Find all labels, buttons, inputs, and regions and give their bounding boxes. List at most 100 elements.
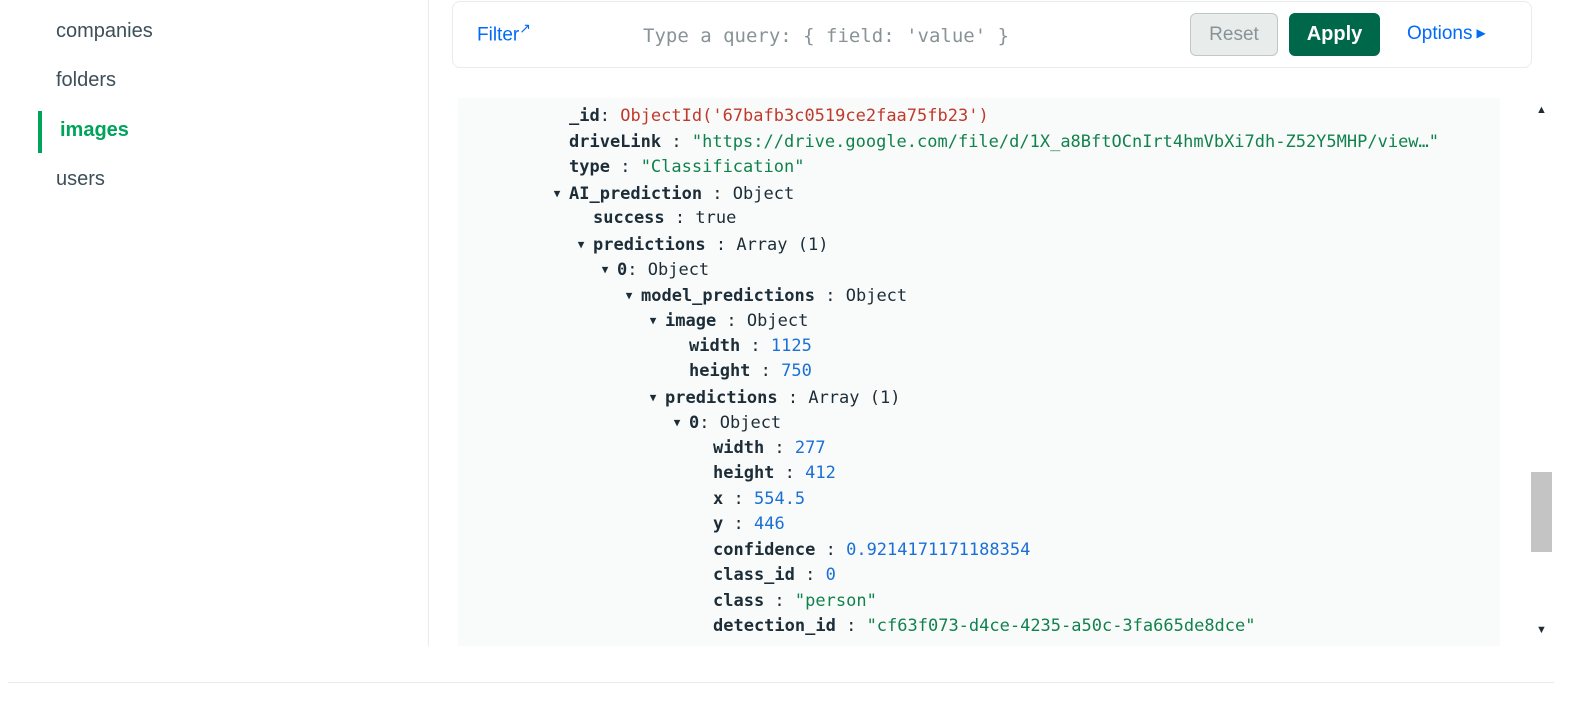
- field-value: Object: [732, 183, 795, 204]
- field-key: confidence: [713, 539, 816, 560]
- field-value: 0.9214171171188354: [846, 539, 1031, 560]
- field-separator: :: [702, 183, 723, 204]
- field-separator: :: [835, 616, 857, 636]
- divider: [8, 682, 1554, 683]
- sidebar-item-users[interactable]: users: [56, 168, 105, 191]
- field-separator: :: [794, 565, 816, 585]
- document-field-row: width : 277: [713, 436, 826, 461]
- options-toggle[interactable]: Options ▶: [1407, 23, 1486, 45]
- field-separator: :: [764, 437, 785, 458]
- document-field-row: detection_id : "cf63f073-d4ce-4235-a50c-…: [713, 614, 1256, 639]
- document-field-row: success : true: [593, 206, 736, 231]
- sidebar-item-images[interactable]: images: [60, 119, 129, 142]
- collections-sidebar: companies folders images users: [0, 0, 429, 646]
- scrollbar[interactable]: ▲ ▼: [1530, 98, 1554, 646]
- sidebar-item-companies[interactable]: companies: [56, 20, 153, 43]
- field-value: 554.5: [753, 488, 806, 509]
- document-field-row: _id: ObjectId('67bafb3c0519ce2faa75fb23'…: [569, 104, 989, 129]
- active-indicator: [38, 111, 42, 153]
- field-value: "cf63f073-d4ce-4235-a50c-3fa665de8dce": [866, 616, 1256, 636]
- document-field-row: driveLink : "https://drive.google.com/fi…: [569, 130, 1439, 155]
- field-separator: :: [777, 387, 799, 408]
- scrollbar-thumb[interactable]: [1531, 472, 1552, 552]
- scroll-up-icon[interactable]: ▲: [1536, 104, 1547, 116]
- field-key: predictions: [593, 234, 706, 255]
- field-key: width: [713, 437, 765, 458]
- query-input[interactable]: [643, 18, 1163, 54]
- field-key: height: [689, 361, 751, 381]
- field-key: model_predictions: [641, 285, 815, 306]
- field-value: ObjectId('67bafb3c0519ce2faa75fb23'): [620, 106, 989, 126]
- field-value: 0: [825, 565, 836, 585]
- field-separator: :: [609, 157, 631, 177]
- apply-button[interactable]: Apply: [1289, 13, 1380, 56]
- expand-caret-icon[interactable]: ▼: [545, 181, 569, 207]
- field-separator: :: [815, 285, 836, 306]
- field-key: type: [569, 157, 610, 177]
- document-field-row[interactable]: ▼ AI_prediction : Object: [554, 181, 795, 206]
- field-separator: :: [764, 590, 785, 611]
- options-label: Options: [1407, 23, 1473, 44]
- expand-caret-icon[interactable]: ▼: [641, 385, 665, 411]
- document-field-row: x : 554.5: [713, 487, 805, 512]
- field-value: "https://drive.google.com/file/d/1X_a8Bf…: [691, 131, 1440, 152]
- document-panel: _id: ObjectId('67bafb3c0519ce2faa75fb23'…: [458, 98, 1500, 646]
- field-value: true: [695, 208, 737, 228]
- field-separator: :: [774, 463, 795, 483]
- filter-link[interactable]: Filter↗: [477, 20, 531, 46]
- expand-caret-icon[interactable]: ▼: [665, 410, 689, 436]
- document-field-row[interactable]: ▼ model_predictions : Object: [626, 283, 907, 308]
- field-value: Array (1): [808, 387, 901, 408]
- document-field-row[interactable]: ▼ 0: Object: [674, 410, 782, 435]
- document-field-row: class : "person": [713, 589, 877, 614]
- field-separator: :: [716, 311, 737, 331]
- document-field-row[interactable]: ▼ image : Object: [650, 308, 809, 333]
- field-key: 0: [617, 260, 628, 280]
- filter-label: Filter: [477, 24, 520, 46]
- field-value: 1125: [770, 335, 812, 356]
- document-field-row: confidence : 0.9214171171188354: [713, 538, 1030, 563]
- field-value: 412: [805, 463, 836, 483]
- field-key: height: [713, 463, 775, 483]
- field-separator: :: [740, 335, 761, 356]
- field-key: x: [713, 488, 724, 509]
- field-value: Object: [647, 260, 710, 280]
- field-key: image: [665, 311, 717, 331]
- field-separator: :: [699, 413, 710, 433]
- expand-caret-icon[interactable]: ▼: [569, 232, 593, 258]
- field-value: Object: [719, 413, 782, 433]
- field-key: 0: [689, 413, 700, 433]
- external-link-icon: ↗: [519, 20, 531, 36]
- document-field-row: class_id : 0: [713, 563, 836, 588]
- field-key: predictions: [665, 387, 778, 408]
- document-field-row: height : 412: [713, 461, 836, 486]
- field-value: "person": [794, 590, 877, 611]
- expand-caret-icon[interactable]: ▼: [641, 308, 665, 334]
- field-separator: :: [661, 131, 682, 152]
- field-value: 277: [794, 437, 826, 458]
- document-field-row[interactable]: ▼ 0: Object: [602, 257, 710, 282]
- reset-button[interactable]: Reset: [1190, 13, 1278, 56]
- document-field-row[interactable]: ▼ predictions : Array (1): [578, 232, 829, 257]
- caret-right-icon: ▶: [1476, 26, 1486, 40]
- field-key: y: [713, 514, 724, 534]
- sidebar-item-folders[interactable]: folders: [56, 69, 116, 92]
- field-separator: :: [750, 361, 771, 381]
- field-separator: :: [815, 539, 836, 560]
- field-value: 446: [753, 514, 785, 534]
- field-separator: :: [599, 106, 610, 126]
- field-value: 750: [781, 361, 812, 381]
- field-value: Object: [746, 311, 809, 331]
- field-key: success: [593, 208, 665, 228]
- field-key: class_id: [713, 565, 795, 585]
- field-key: width: [689, 335, 741, 356]
- filter-bar: Filter↗ Reset Apply Options▶: [452, 1, 1532, 68]
- expand-caret-icon[interactable]: ▼: [593, 257, 617, 283]
- document-field-row[interactable]: ▼ predictions : Array (1): [650, 385, 901, 410]
- field-key: detection_id: [713, 616, 836, 636]
- field-key: AI_prediction: [569, 183, 703, 204]
- scroll-down-icon[interactable]: ▼: [1536, 624, 1547, 636]
- expand-caret-icon[interactable]: ▼: [617, 283, 641, 309]
- document-field-row: height : 750: [689, 359, 812, 384]
- field-separator: :: [705, 234, 727, 255]
